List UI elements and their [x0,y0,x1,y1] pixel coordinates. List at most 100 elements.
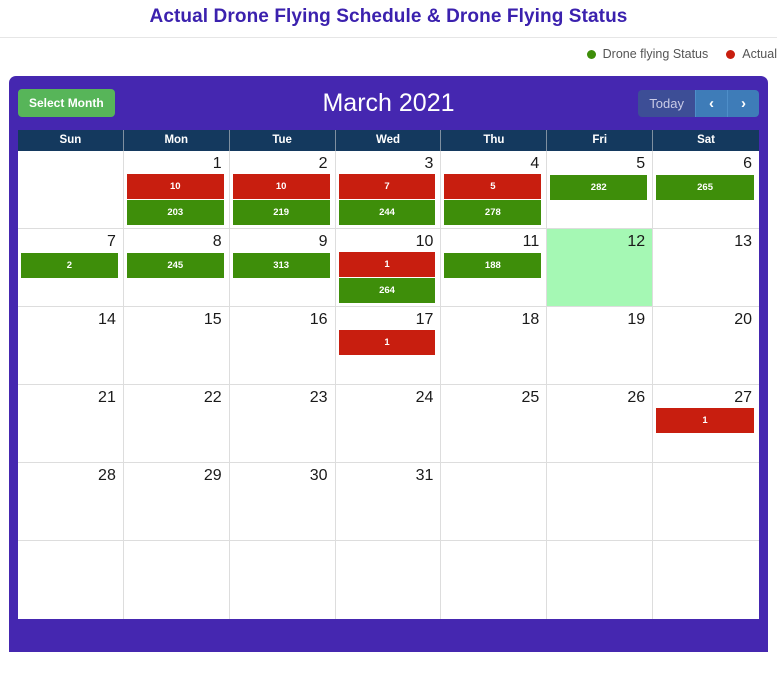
day-number: 9 [318,233,328,250]
day-number [230,541,335,564]
calendar-week-row: 28 29 30 31 [18,463,759,541]
event-pill-status[interactable]: 219 [232,200,330,225]
event-pill-actual[interactable]: 1 [338,252,436,277]
legend-item: Drone flying Status [586,47,709,61]
day-number: 7 [106,233,116,250]
calendar-week-row: 14 15 16 17 1 18 19 20 [18,307,759,385]
calendar-day-cell-empty[interactable] [547,463,654,540]
day-number: 31 [415,467,434,484]
calendar-day-cell-18[interactable]: 18 [441,307,548,384]
calendar-day-cell-2[interactable]: 2 10 219 [230,151,336,228]
day-number [653,541,759,564]
calendar-day-cell-1[interactable]: 1 10 203 [124,151,230,228]
calendar-week-row [18,541,759,619]
event-pill-status[interactable]: 265 [656,175,754,200]
calendar-day-cell-empty[interactable] [18,541,124,619]
event-pill-status[interactable]: 282 [550,175,648,200]
calendar-day-cell-30[interactable]: 30 [230,463,336,540]
calendar-day-cell-empty[interactable] [230,541,336,619]
day-number: 26 [627,389,646,406]
calendar-day-cell-empty[interactable] [124,541,230,619]
calendar-day-cell-9[interactable]: 9 313 [230,229,336,306]
day-number [547,541,652,564]
weekday-header-mon: Mon [124,130,230,151]
day-number: 30 [309,467,328,484]
calendar-day-cell-31[interactable]: 31 [336,463,442,540]
calendar-grid: Sun Mon Tue Wed Thu Fri Sat 1 10 203 2 10 219 3 7 244 4… [18,130,759,619]
day-number [547,463,652,486]
weekday-header-row: Sun Mon Tue Wed Thu Fri Sat [18,130,759,151]
day-number: 15 [203,311,222,328]
today-button[interactable]: Today [638,89,695,117]
event-pill-status[interactable]: 245 [126,253,224,278]
calendar-day-cell-empty[interactable] [18,151,124,228]
event-pill-status[interactable]: 244 [338,200,436,225]
event-pill-actual[interactable]: 10 [232,174,330,199]
calendar-widget: Select Month March 2021 Today ‹ › Sun Mon… [9,76,768,652]
event-pill-status[interactable]: 188 [444,253,542,278]
calendar-day-cell-empty[interactable] [336,541,442,619]
event-pill-status[interactable]: 278 [444,200,542,225]
calendar-day-cell-21[interactable]: 21 [18,385,124,462]
calendar-day-cell-12[interactable]: 12 [547,229,654,306]
legend-label: Drone flying Status [602,47,709,61]
red-dot-icon [726,49,736,59]
calendar-day-cell-empty[interactable] [547,541,654,619]
calendar-day-cell-15[interactable]: 15 [124,307,230,384]
calendar-day-cell-28[interactable]: 28 [18,463,124,540]
day-number: 18 [521,311,540,328]
calendar-week-row: 21 22 23 24 25 26 27 1 [18,385,759,463]
event-pill-actual[interactable]: 7 [338,174,436,199]
calendar-day-cell-17[interactable]: 17 1 [336,307,442,384]
event-pill-actual[interactable]: 1 [656,408,754,433]
calendar-day-cell-empty[interactable] [653,541,759,619]
day-number: 27 [734,389,752,406]
calendar-day-cell-7[interactable]: 72 [18,229,124,306]
calendar-day-cell-5[interactable]: 5 282 [547,151,654,228]
event-pill-status[interactable]: 203 [126,200,224,225]
calendar-day-cell-10[interactable]: 10 1 264 [336,229,442,306]
calendar-day-cell-25[interactable]: 25 [441,385,548,462]
calendar-day-cell-29[interactable]: 29 [124,463,230,540]
select-month-button[interactable]: Select Month [18,89,115,117]
calendar-day-cell-26[interactable]: 26 [547,385,654,462]
next-month-button[interactable]: › [727,89,759,117]
event-pill-actual[interactable]: 10 [126,174,224,199]
legend: Drone flying Status Actual [0,38,777,70]
calendar-day-cell-13[interactable]: 13 [653,229,759,306]
weekday-header-sat: Sat [697,134,716,146]
weekday-header-thu: Thu [441,130,548,151]
calendar-day-cell-24[interactable]: 24 [336,385,442,462]
day-number: 10 [415,233,434,250]
event-pill-actual[interactable]: 5 [444,174,542,199]
calendar-day-cell-27[interactable]: 27 1 [653,385,759,462]
calendar-day-cell-empty[interactable] [441,541,548,619]
event-pill-status[interactable]: 2 [21,253,118,278]
prev-month-button[interactable]: ‹ [695,89,727,117]
day-number: 21 [98,389,116,406]
legend-item: Actual [726,47,777,61]
green-dot-icon [586,49,596,59]
calendar-day-cell-4[interactable]: 4 5 278 [441,151,548,228]
calendar-day-cell-3[interactable]: 3 7 244 [336,151,442,228]
event-pill-status[interactable]: 313 [232,253,330,278]
calendar-day-cell-23[interactable]: 23 [230,385,336,462]
event-pill-status[interactable]: 264 [338,278,436,303]
day-number: 6 [743,155,752,172]
day-number [18,151,123,174]
calendar-day-cell-14[interactable]: 14 [18,307,124,384]
calendar-week-row: 7 2 8 245 9 313 10 1 264 11 188 12 13 [18,229,759,307]
weekday-header-fri: Fri [547,130,654,151]
calendar-day-cell-empty[interactable] [653,463,759,540]
day-number: 24 [415,389,434,406]
calendar-day-cell-empty[interactable] [441,463,548,540]
calendar-day-cell-16[interactable]: 16 [230,307,336,384]
calendar-day-cell-22[interactable]: 22 [124,385,230,462]
calendar-day-cell-19[interactable]: 19 [547,307,654,384]
calendar-day-cell-11[interactable]: 11 188 [441,229,548,306]
event-pill-actual[interactable]: 1 [338,330,436,355]
calendar-day-cell-20[interactable]: 20 [653,307,759,384]
calendar-toolbar: Select Month March 2021 Today ‹ › [9,76,768,130]
calendar-day-cell-8[interactable]: 8 245 [124,229,230,306]
calendar-day-cell-6[interactable]: 6 265 [653,151,759,228]
